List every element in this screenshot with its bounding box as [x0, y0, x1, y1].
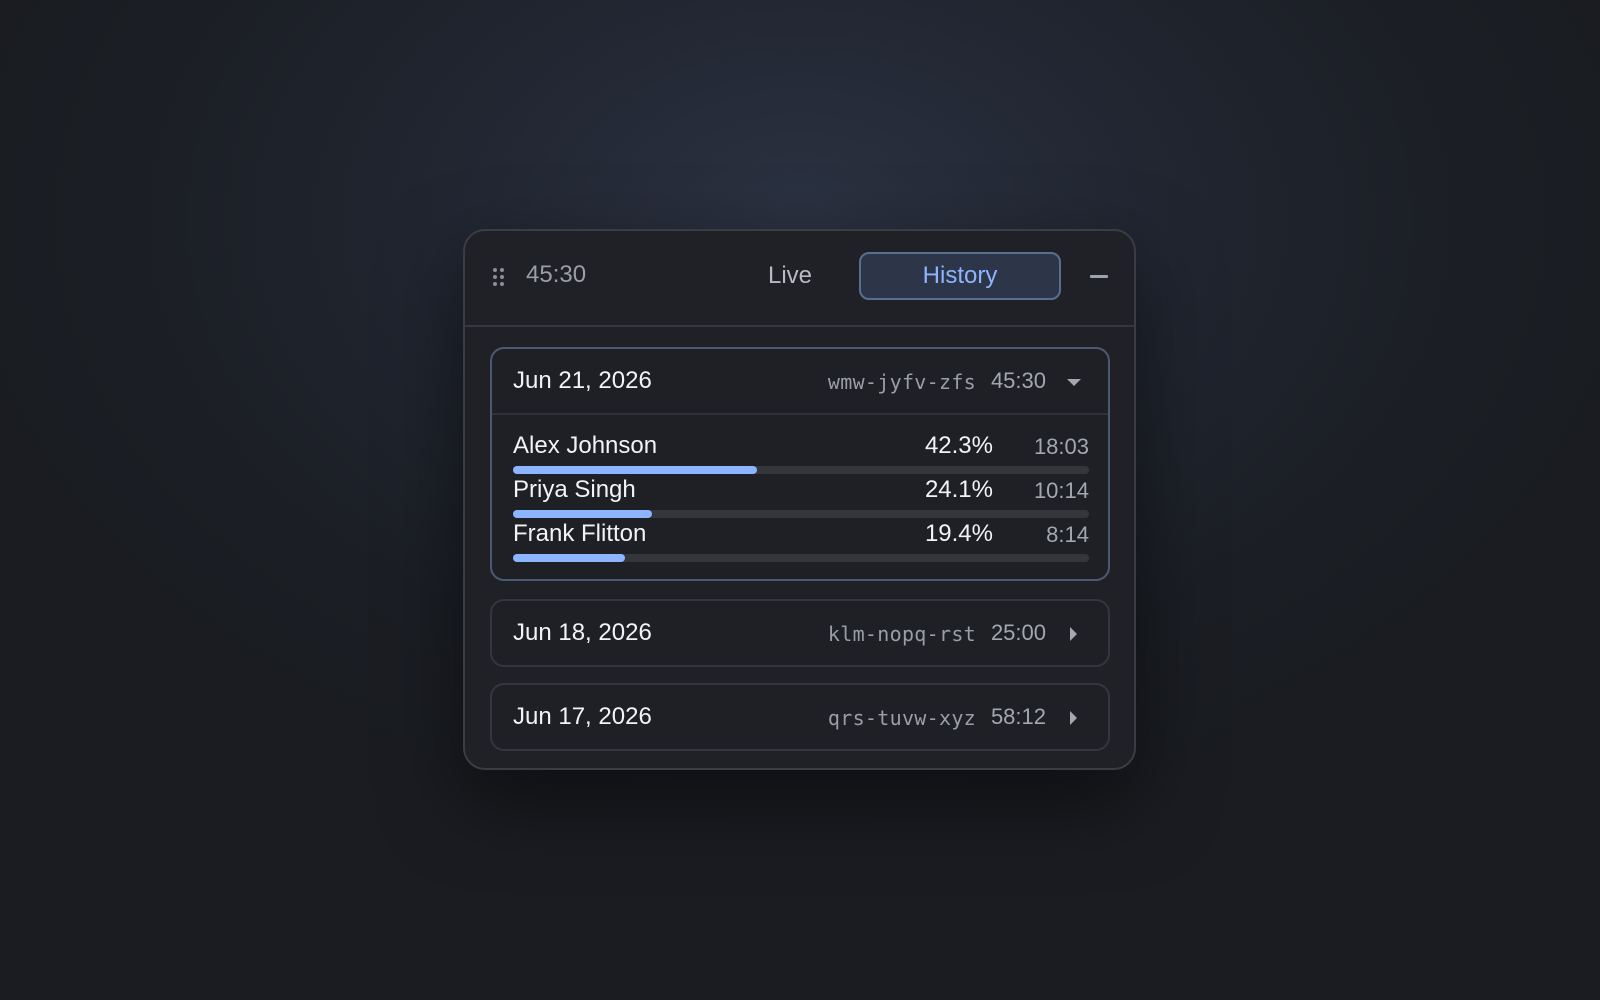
session-header[interactable]: Jun 21, 2026 wmw-jyfv-zfs 45:30 [492, 349, 1108, 415]
session-card: Jun 18, 2026 klm-nopq-rst 25:00 [490, 599, 1110, 667]
minimize-button[interactable] [1085, 263, 1113, 291]
participant-row: Frank Flitton 19.4% 8:14 [513, 519, 1089, 563]
session-duration: 45:30 [990, 368, 1046, 393]
session-card: Jun 17, 2026 qrs-tuvw-xyz 58:12 [490, 683, 1110, 751]
meeting-code: qrs-tuvw-xyz [827, 706, 976, 730]
participant-share-bar [513, 510, 652, 518]
session-card: Jun 21, 2026 wmw-jyfv-zfs 45:30 Alex Joh… [490, 347, 1110, 581]
meeting-code: klm-nopq-rst [827, 622, 976, 646]
participant-share-bar [513, 554, 625, 562]
meeting-stats-widget: 45:30 Live History Jun 21, 2026 wmw-jyfv… [463, 229, 1136, 770]
participant-list: Alex Johnson 42.3% 18:03 Priya Singh 24.… [492, 415, 1108, 579]
tab-live[interactable]: Live [715, 251, 865, 301]
participant-row: Priya Singh 24.1% 10:14 [513, 475, 1089, 519]
drag-handle-icon[interactable] [493, 268, 505, 286]
participant-name: Alex Johnson [513, 432, 658, 459]
minimize-icon [1090, 275, 1108, 278]
caret-down-icon[interactable] [1066, 373, 1082, 389]
session-date: Jun 18, 2026 [513, 619, 652, 646]
session-header[interactable]: Jun 18, 2026 klm-nopq-rst 25:00 [492, 601, 1108, 665]
participant-share-track [513, 466, 1089, 474]
meeting-code: wmw-jyfv-zfs [827, 370, 976, 394]
participant-percent: 19.4% [924, 520, 993, 547]
participant-name: Frank Flitton [513, 520, 647, 547]
session-header[interactable]: Jun 17, 2026 qrs-tuvw-xyz 58:12 [492, 685, 1108, 749]
participant-row: Alex Johnson 42.3% 18:03 [513, 431, 1089, 475]
participant-percent: 24.1% [924, 476, 993, 503]
participant-time: 10:14 [1033, 478, 1089, 503]
widget-header: 45:30 Live History [465, 231, 1134, 327]
session-duration: 25:00 [990, 620, 1046, 645]
caret-right-icon[interactable] [1066, 709, 1082, 725]
participant-name: Priya Singh [513, 476, 636, 503]
participant-share-bar [513, 466, 757, 474]
participant-share-track [513, 554, 1089, 562]
participant-share-track [513, 510, 1089, 518]
participant-percent: 42.3% [924, 432, 993, 459]
session-date: Jun 17, 2026 [513, 703, 652, 730]
tab-history[interactable]: History [859, 252, 1061, 300]
caret-right-icon[interactable] [1066, 625, 1082, 641]
session-duration: 58:12 [990, 704, 1046, 729]
participant-time: 8:14 [1046, 522, 1089, 547]
session-date: Jun 21, 2026 [513, 367, 652, 394]
participant-time: 18:03 [1033, 434, 1089, 459]
session-timer: 45:30 [526, 261, 587, 288]
